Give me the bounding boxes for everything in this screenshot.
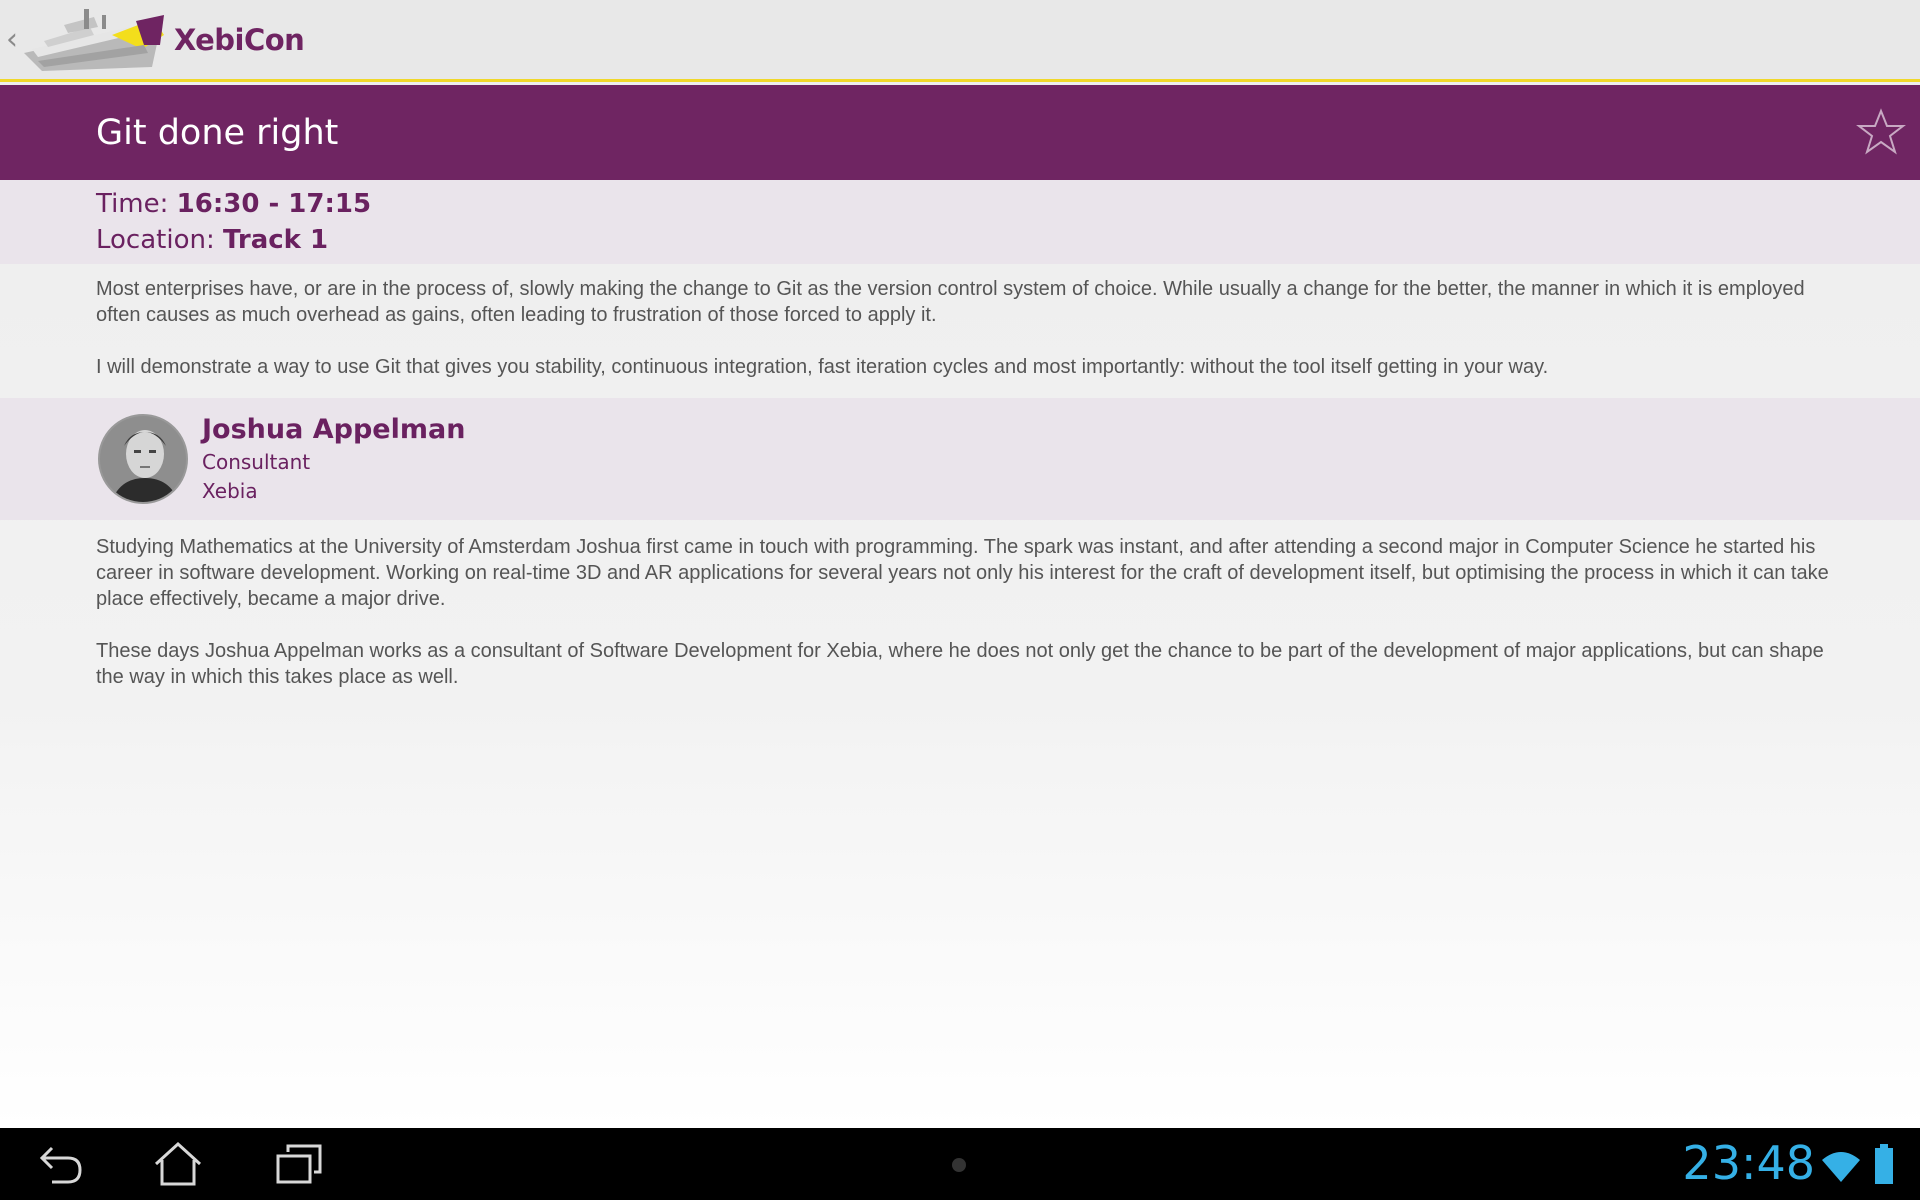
speaker-card[interactable]: Joshua Appelman Consultant Xebia xyxy=(0,398,1920,520)
speaker-company: Xebia xyxy=(202,479,258,503)
time-label: Time: xyxy=(96,189,169,219)
description-paragraph: I will demonstrate a way to use Git that… xyxy=(96,356,1549,378)
session-meta: Time: 16:30 - 17:15 Location: Track 1 xyxy=(0,180,1920,264)
bio-paragraph: These days Joshua Appelman works as a co… xyxy=(96,640,1824,688)
speaker-info: Joshua Appelman Consultant Xebia xyxy=(202,412,465,506)
time-value: 16:30 - 17:15 xyxy=(176,189,372,219)
location-label: Location: xyxy=(96,225,215,255)
system-navigation-bar: 23:48 xyxy=(0,1128,1920,1200)
xebicon-ship-logo-icon xyxy=(24,8,164,71)
session-time: Time: 16:30 - 17:15 xyxy=(96,186,1920,222)
wifi-icon xyxy=(1822,1152,1860,1182)
speaker-avatar xyxy=(98,414,188,504)
bio-paragraph: Studying Mathematics at the University o… xyxy=(96,536,1829,610)
speaker-role: Consultant xyxy=(202,450,311,474)
clock: 23:48 xyxy=(1682,1136,1815,1190)
app-root: ‹ XebiCon Git done right Time: 16:30 - 1… xyxy=(0,0,1920,1200)
speaker-photo-icon xyxy=(100,416,186,502)
session-location: Location: Track 1 xyxy=(96,222,1920,258)
session-title-bar: Git done right xyxy=(0,85,1920,180)
location-value: Track 1 xyxy=(223,225,329,255)
home-icon[interactable] xyxy=(148,1138,208,1190)
favorite-star-icon[interactable] xyxy=(1856,107,1906,157)
action-bar: ‹ XebiCon xyxy=(0,0,1920,82)
battery-icon xyxy=(1875,1144,1893,1184)
app-home-button[interactable]: XebiCon xyxy=(24,0,305,81)
session-title: Git done right xyxy=(96,112,339,153)
description-paragraph: Most enterprises have, or are in the pro… xyxy=(96,278,1805,326)
back-icon[interactable] xyxy=(30,1138,90,1190)
menu-dot-icon xyxy=(952,1158,966,1172)
up-navigation-icon[interactable]: ‹ xyxy=(0,0,24,81)
app-title: XebiCon xyxy=(174,22,305,57)
recent-apps-icon[interactable] xyxy=(270,1138,330,1190)
speaker-name: Joshua Appelman xyxy=(202,414,466,445)
speaker-bio: Studying Mathematics at the University o… xyxy=(96,534,1836,716)
session-description: Most enterprises have, or are in the pro… xyxy=(96,276,1836,406)
